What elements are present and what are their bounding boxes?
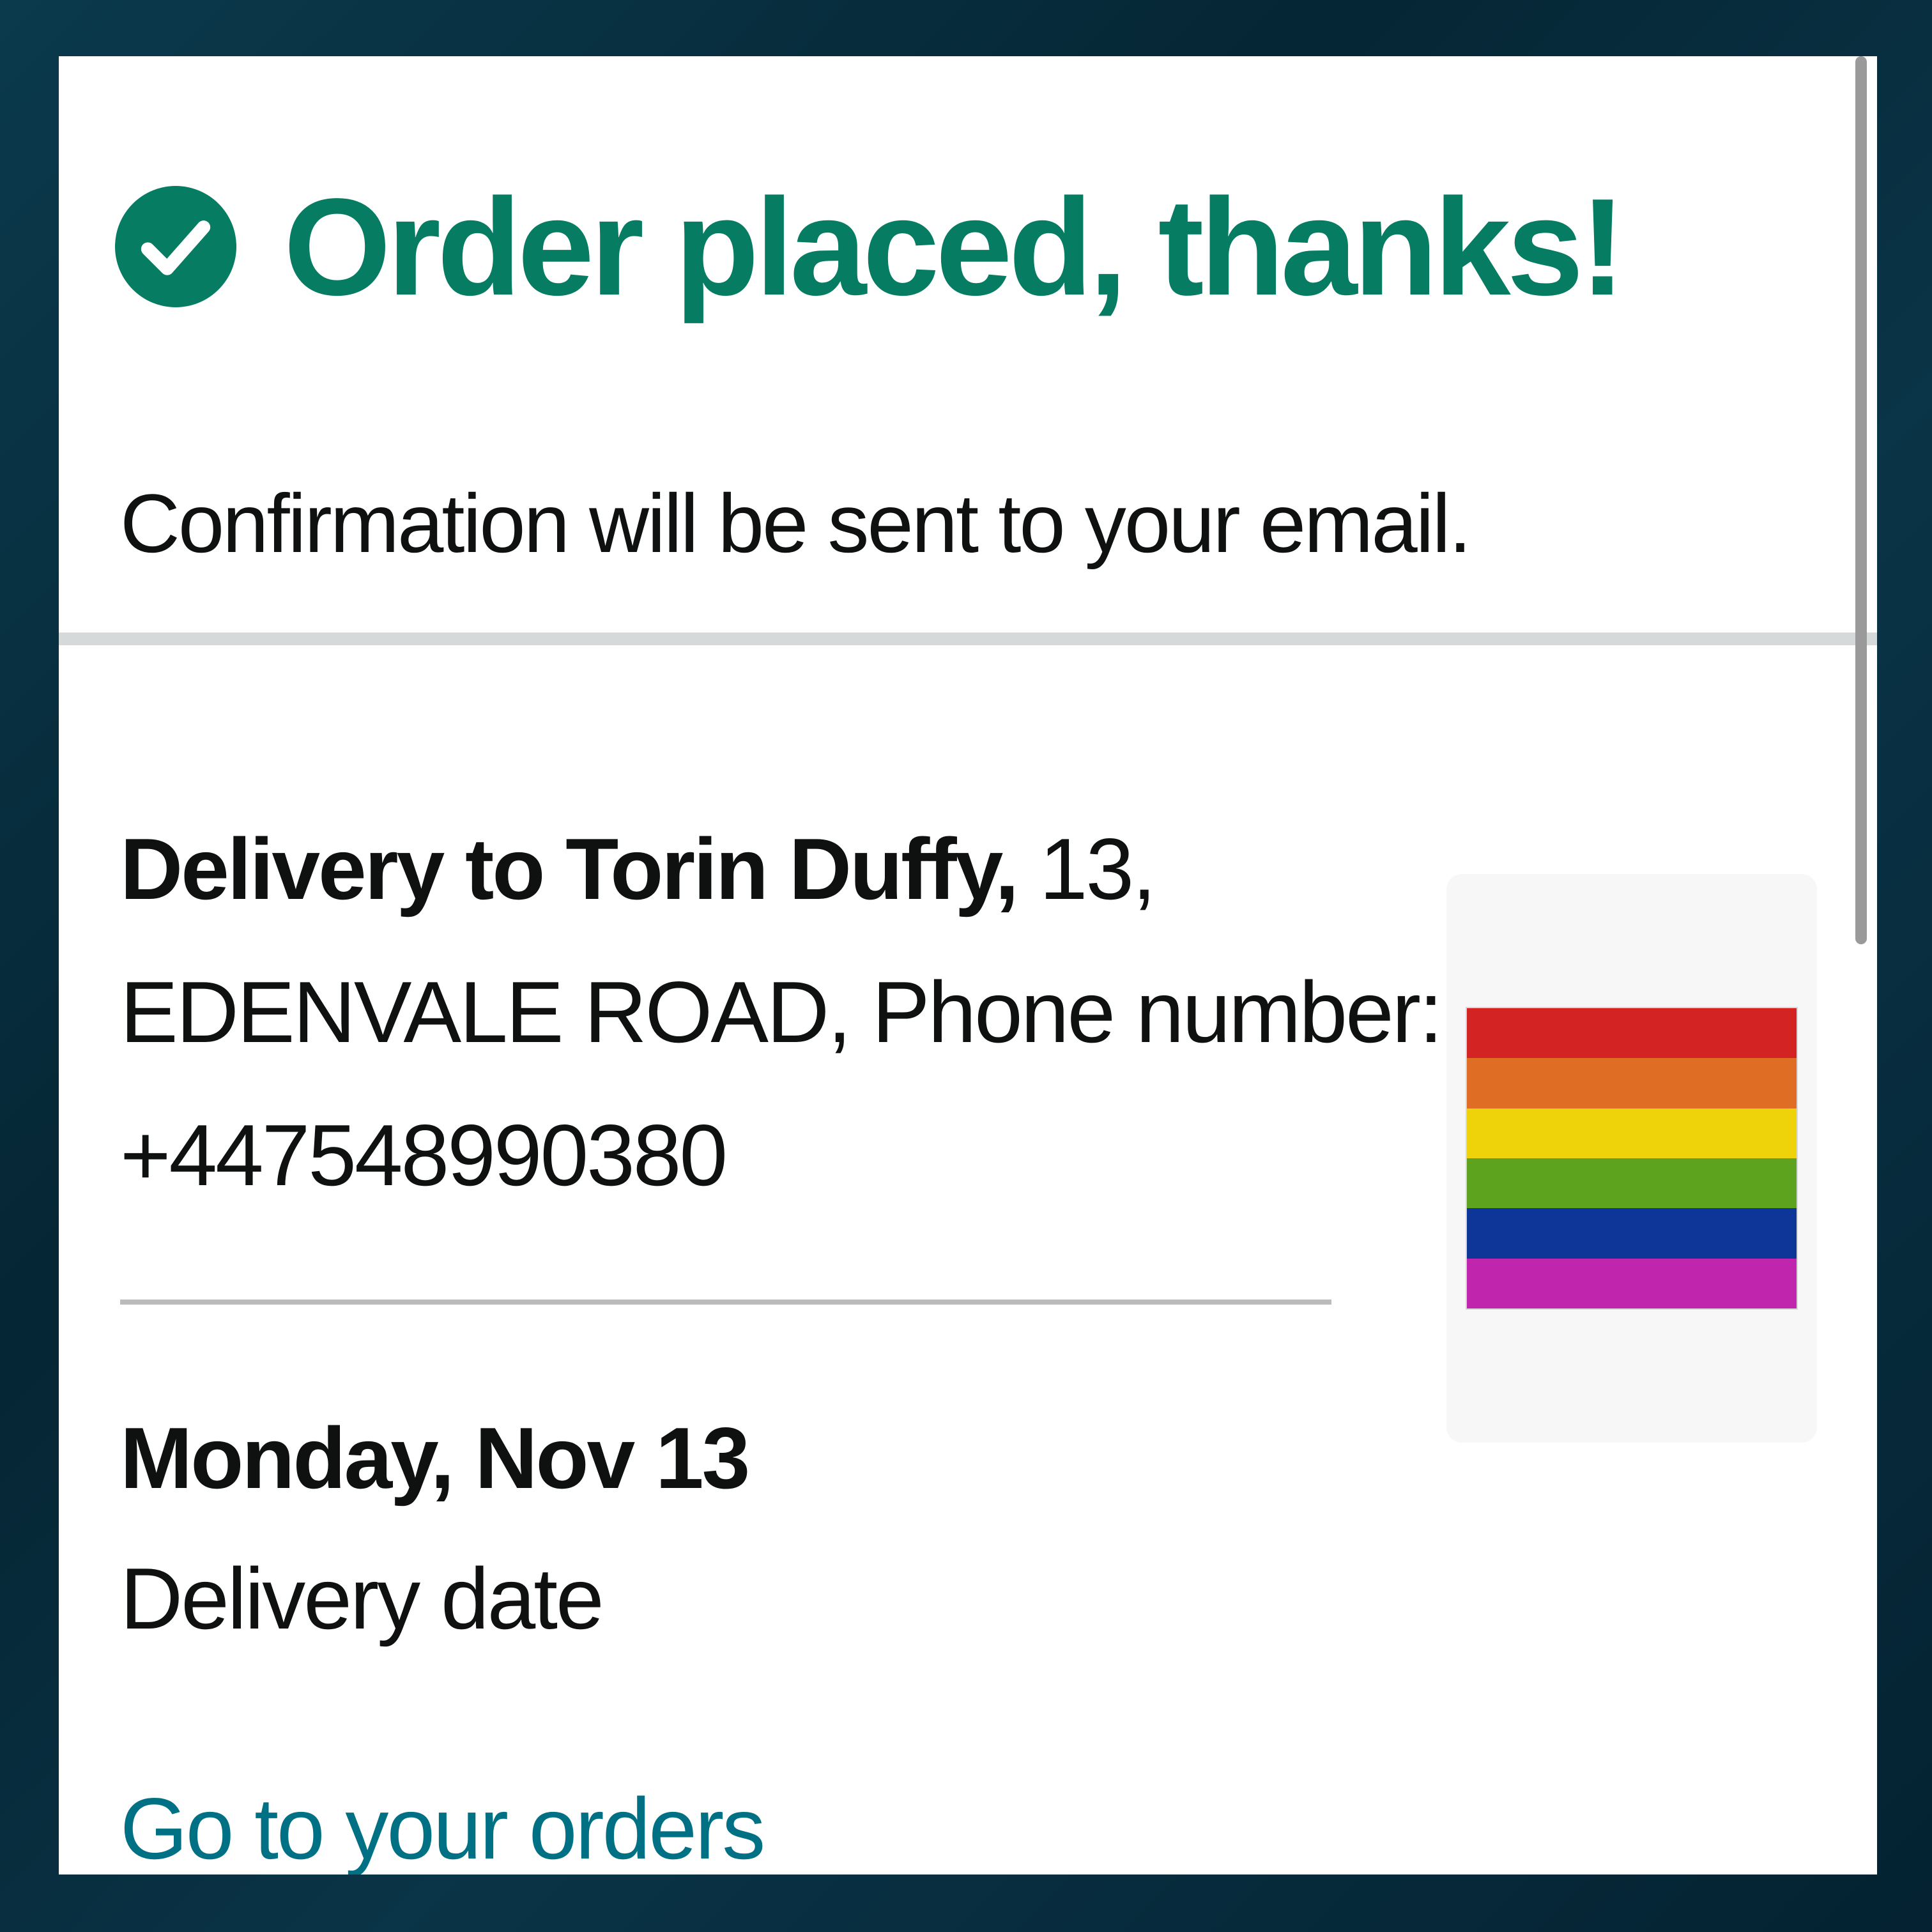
flag-stripe-2 — [1467, 1058, 1797, 1108]
flag-stripe-6 — [1467, 1258, 1797, 1308]
flag-stripe-1 — [1467, 1008, 1797, 1059]
scrollbar-thumb[interactable] — [1855, 56, 1867, 944]
address-line-1: Delivery to Torin Duffy, 13, — [120, 797, 1334, 940]
phone-number: +447548990380 — [120, 1107, 728, 1204]
confirmation-message: Confirmation will be sent to your email. — [120, 477, 1472, 570]
go-to-orders-link[interactable]: Go to your orders — [120, 1781, 765, 1874]
page-title: Order placed, thanks! — [284, 169, 1626, 324]
recipient-name: Torin Duffy, — [565, 820, 1019, 917]
rainbow-flag-image[interactable] — [1467, 1008, 1797, 1308]
flag-stripe-3 — [1467, 1108, 1797, 1158]
section-divider — [59, 632, 1877, 645]
flag-stripe-4 — [1467, 1158, 1797, 1209]
delivery-date-value: Monday, Nov 13 — [120, 1409, 750, 1506]
flag-stripe-5 — [1467, 1208, 1797, 1259]
delivery-address: Delivery to Torin Duffy, 13, EDENVALE RO… — [120, 797, 1443, 1227]
address-number: 13, — [1017, 820, 1156, 917]
divider — [120, 1300, 1331, 1305]
order-confirmation-card: Order placed, thanks! Confirmation will … — [59, 56, 1877, 1874]
delivery-date-label: Delivery date — [120, 1550, 604, 1647]
order-placed-header: Order placed, thanks! — [115, 169, 1626, 324]
address-line-2: EDENVALE ROAD, Phone number: — [120, 963, 1443, 1061]
check-circle-icon — [115, 186, 236, 307]
delivery-label: Delivery to — [120, 820, 566, 917]
